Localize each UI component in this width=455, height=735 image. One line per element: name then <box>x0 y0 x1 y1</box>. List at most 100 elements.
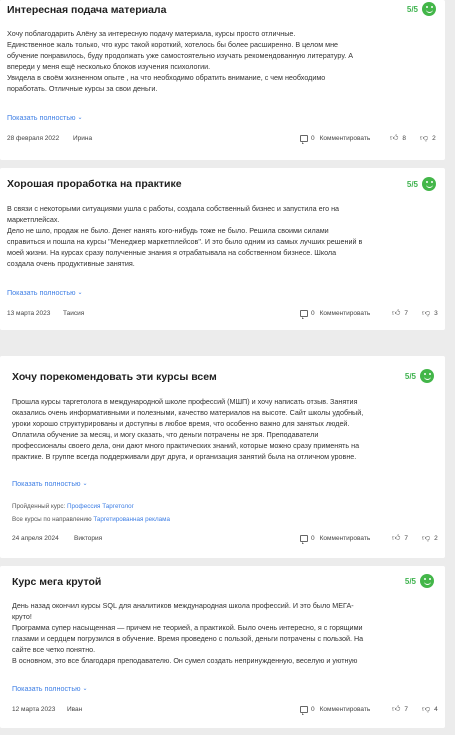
vote-group: 👍︎ 8 👎︎ 2 <box>390 134 436 142</box>
review-title: Курс мега крутой <box>12 576 102 588</box>
thumbs-down-icon[interactable]: 👎︎ <box>422 705 430 713</box>
thumbs-up-icon[interactable]: 👍︎ <box>392 705 400 713</box>
review-title: Интересная подача материала <box>7 4 167 16</box>
smile-icon <box>422 2 436 16</box>
review-text: Хочу поблагодарить Алёну за интересную п… <box>7 28 437 94</box>
review-paragraph: В основном, это все благодаря преподават… <box>12 656 358 665</box>
review-card: Хорошая проработка на практике 5/5 В свя… <box>0 168 445 330</box>
comments-count: 0 <box>311 534 315 542</box>
review-paragraph: впереди у меня ещё несколько блоков изуч… <box>7 62 211 71</box>
review-paragraph: моей жизни. На курсах сразу полученные з… <box>7 248 337 257</box>
show-more-link[interactable]: Показать полностью ⌄ <box>12 684 88 693</box>
comments-count: 0 <box>311 705 315 713</box>
thumbs-up-icon[interactable]: 👍︎ <box>392 534 400 542</box>
review-paragraph: поработать. Отличные курсы за свои деньг… <box>7 84 158 93</box>
review-author: Виктория <box>74 534 103 542</box>
review-paragraph: Дело не шло, продаж не было. Денег нанят… <box>7 226 329 235</box>
review-text: День назад окончил курсы SQL для аналити… <box>12 600 442 666</box>
review-author: Таисия <box>63 309 85 317</box>
likes-count: 7 <box>404 534 408 542</box>
review-card: Хочу порекомендовать эти курсы всем 5/5 … <box>0 356 445 558</box>
review-rating: 5/5 <box>407 2 436 16</box>
show-more-link[interactable]: Показать полностью ⌄ <box>7 288 83 297</box>
course-label: Пройденный курс: <box>12 503 66 510</box>
likes-count: 7 <box>404 705 408 713</box>
review-paragraph: Прошла курсы таргетолога в международной… <box>12 397 358 406</box>
direction-label: Все курсы по направлению <box>12 516 92 523</box>
review-paragraph: сайте все четко понятно. <box>12 645 96 654</box>
review-paragraph: День назад окончил курсы SQL для аналити… <box>12 601 354 610</box>
likes-count: 7 <box>404 309 408 317</box>
review-paragraph: круто! <box>12 612 32 621</box>
direction-link[interactable]: Таргетированная реклама <box>93 516 170 523</box>
thumbs-up-icon[interactable]: 👍︎ <box>390 134 398 142</box>
comments-count: 0 <box>311 309 315 317</box>
rating-value: 5/5 <box>404 371 416 381</box>
comment-icon <box>300 134 308 144</box>
comment-button[interactable]: 0 Комментировать <box>300 134 371 144</box>
comment-icon <box>300 534 308 544</box>
review-date: 24 апреля 2024 <box>12 534 59 542</box>
review-paragraph: Программа супер насыщенная — причем не т… <box>12 623 363 632</box>
review-paragraph: уроки хорошо структурированы и доступны … <box>12 419 350 428</box>
dislikes-count: 3 <box>434 309 438 317</box>
chevron-down-icon: ⌄ <box>82 481 88 487</box>
direction-info: Все курсы по направлению Таргетированная… <box>12 515 170 525</box>
review-paragraph: Увидела в своём жизненном опыте , на что… <box>7 73 326 82</box>
comments-count: 0 <box>311 134 315 142</box>
rating-value: 5/5 <box>406 179 418 189</box>
comment-label: Комментировать <box>319 705 371 713</box>
vote-group: 👍︎ 7 👎︎ 3 <box>392 309 438 317</box>
review-paragraph: глазами и сердцем погрузился в обучение.… <box>12 634 364 643</box>
comment-button[interactable]: 0 Комментировать <box>300 534 371 544</box>
review-author: Ирина <box>73 134 93 142</box>
review-paragraph: оказались очень информативными и полезны… <box>12 408 364 417</box>
comment-button[interactable]: 0 Комментировать <box>300 705 371 715</box>
review-paragraph: справиться и пошла на курсы "Менеджер ма… <box>7 237 363 246</box>
show-more-label: Показать полностью <box>7 288 76 297</box>
review-title: Хорошая проработка на практике <box>7 178 182 190</box>
review-rating: 5/5 <box>405 369 434 383</box>
review-paragraph: маркетплейсах. <box>7 215 60 224</box>
smile-icon <box>420 574 434 588</box>
comment-label: Комментировать <box>319 534 371 542</box>
show-more-link[interactable]: Показать полностью ⌄ <box>12 479 88 488</box>
review-text: В связи с некоторыми ситуациями ушла с р… <box>7 203 437 269</box>
review-card: Курс мега крутой 5/5 День назад окончил … <box>0 566 445 728</box>
review-date: 13 марта 2023 <box>7 309 51 317</box>
chevron-down-icon: ⌄ <box>82 686 88 692</box>
dislikes-count: 2 <box>432 134 436 142</box>
review-rating: 5/5 <box>405 574 434 588</box>
review-paragraph: создала очень продуктивные занятия. <box>7 259 135 268</box>
thumbs-up-icon[interactable]: 👍︎ <box>392 309 400 317</box>
review-title: Хочу порекомендовать эти курсы всем <box>12 371 217 383</box>
chevron-down-icon: ⌄ <box>77 290 83 296</box>
thumbs-down-icon[interactable]: 👎︎ <box>420 134 428 142</box>
review-paragraph: практике. В группе всегда поддерживали д… <box>12 452 357 461</box>
course-link[interactable]: Профессия Таргетолог <box>67 503 134 510</box>
show-more-link[interactable]: Показать полностью ⌄ <box>7 113 83 122</box>
thumbs-down-icon[interactable]: 👎︎ <box>422 309 430 317</box>
comment-button[interactable]: 0 Комментировать <box>300 309 371 319</box>
review-paragraph: Оплатила обучение за месяц, и могу сказа… <box>12 430 319 439</box>
rating-value: 5/5 <box>404 576 416 586</box>
review-paragraph: Единственное жаль только, что курс такой… <box>7 40 339 49</box>
course-info: Пройденный курс: Профессия Таргетолог <box>12 502 134 512</box>
show-more-label: Показать полностью <box>7 113 76 122</box>
review-paragraph: профессионалы своего дела, они дают мног… <box>12 441 360 450</box>
vote-group: 👍︎ 7 👎︎ 4 <box>392 705 438 713</box>
comment-icon <box>300 705 308 715</box>
rating-value: 5/5 <box>406 4 418 14</box>
review-date: 28 февраля 2022 <box>7 134 60 142</box>
comment-label: Комментировать <box>319 309 371 317</box>
comment-label: Комментировать <box>319 134 371 142</box>
review-paragraph: Хочу поблагодарить Алёну за интересную п… <box>7 29 296 38</box>
comment-icon <box>300 309 308 319</box>
review-card: Интересная подача материала 5/5 Хочу поб… <box>0 0 445 160</box>
show-more-label: Показать полностью <box>12 479 81 488</box>
thumbs-down-icon[interactable]: 👎︎ <box>422 534 430 542</box>
review-date: 12 марта 2023 <box>12 705 56 713</box>
dislikes-count: 2 <box>434 534 438 542</box>
review-paragraph: обучение понравилось, буду продолжать уж… <box>7 51 353 60</box>
smile-icon <box>420 369 434 383</box>
